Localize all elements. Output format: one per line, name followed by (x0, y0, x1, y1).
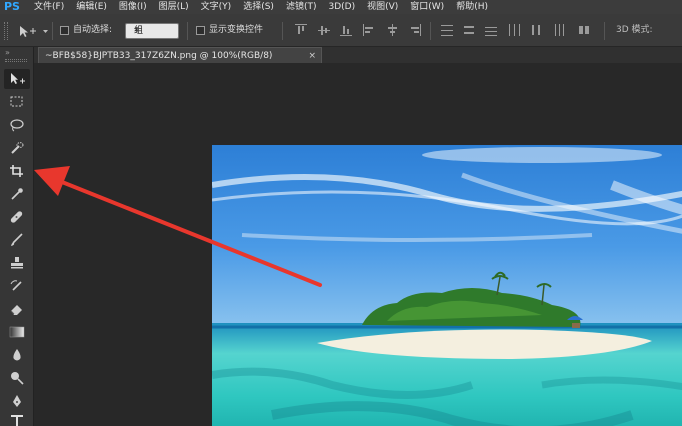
panel-grip[interactable] (5, 59, 27, 62)
menu-help[interactable]: 帮助(H) (450, 0, 494, 14)
options-separator (604, 22, 605, 40)
distribute-vcenter-icon[interactable] (463, 24, 475, 36)
marquee-tool[interactable] (4, 92, 30, 112)
type-tool[interactable] (4, 411, 30, 426)
stamp-icon (11, 257, 23, 269)
options-separator (187, 22, 188, 40)
align-hcenter-icon[interactable] (386, 24, 398, 36)
distribute-bottom-icon[interactable] (485, 24, 497, 36)
options-separator (52, 22, 53, 40)
menu-select[interactable]: 选择(S) (237, 0, 280, 14)
lasso-tool[interactable] (4, 115, 30, 135)
menu-edit[interactable]: 编辑(E) (70, 0, 113, 14)
auto-select-checkbox[interactable] (60, 26, 69, 35)
document-image (212, 145, 682, 426)
move-tool[interactable] (4, 69, 30, 89)
tools-panel: » (0, 47, 34, 426)
eraser-icon (10, 305, 22, 315)
dodge-tool[interactable] (4, 368, 30, 388)
gradient-tool[interactable] (4, 322, 30, 342)
menu-image[interactable]: 图像(I) (113, 0, 153, 14)
move-icon (11, 73, 25, 84)
options-grip (4, 22, 8, 40)
show-transform-label: 显示变换控件 (209, 25, 264, 35)
crop-icon (10, 165, 23, 177)
crop-tool[interactable] (4, 161, 30, 181)
dodge-icon (11, 372, 24, 385)
photoshop-window: PS 文件(F) 编辑(E) 图像(I) 图层(L) 文字(Y) 选择(S) 滤… (0, 0, 682, 426)
auto-select-label: 自动选择: (73, 25, 113, 35)
pen-icon (13, 395, 21, 407)
auto-select-dropdown[interactable]: 组 ⬍ (125, 23, 179, 39)
align-top-icon[interactable] (295, 24, 307, 36)
menu-filter[interactable]: 滤镜(T) (280, 0, 323, 14)
lasso-icon (10, 119, 24, 132)
align-left-icon[interactable] (363, 24, 375, 36)
type-icon (11, 415, 23, 426)
menu-window[interactable]: 窗口(W) (404, 0, 450, 14)
options-separator (430, 22, 431, 40)
history-brush-icon (10, 280, 22, 291)
bandage-icon (10, 211, 23, 223)
healing-brush-tool[interactable] (4, 207, 30, 227)
move-tool-preset-icon (20, 26, 48, 37)
distribute-right-icon[interactable] (552, 24, 564, 36)
close-tab-icon[interactable]: × (308, 50, 316, 62)
3d-mode-label: 3D 模式: (616, 25, 653, 35)
quick-selection-tool[interactable] (4, 138, 30, 158)
document-tab-bar: ~BFB$58}BJPTB33_317Z6ZN.png @ 100%(RGB/8… (34, 47, 682, 63)
brush-icon (11, 233, 23, 246)
align-right-icon[interactable] (409, 24, 421, 36)
menu-layer[interactable]: 图层(L) (153, 0, 195, 14)
menu-type[interactable]: 文字(Y) (195, 0, 238, 14)
gradient-icon (9, 326, 25, 338)
canvas-area[interactable] (34, 63, 682, 426)
clone-stamp-tool[interactable] (4, 253, 30, 273)
menu-file[interactable]: 文件(F) (28, 0, 70, 14)
collapse-panel-icon[interactable]: » (5, 49, 10, 57)
show-transform-checkbox[interactable] (196, 26, 205, 35)
menu-3d[interactable]: 3D(D) (322, 0, 361, 14)
eyedropper-icon (11, 188, 23, 200)
rectangle-marquee-icon (10, 96, 23, 107)
dropdown-arrows-icon: ⬍ (134, 26, 140, 34)
history-brush-tool[interactable] (4, 276, 30, 296)
align-bottom-icon[interactable] (340, 24, 352, 36)
drop-icon (13, 349, 21, 361)
document-tab-title: ~BFB$58}BJPTB33_317Z6ZN.png @ 100%(RGB/8… (45, 51, 273, 61)
quick-selection-icon (11, 142, 24, 154)
tool-preset-picker[interactable] (16, 22, 50, 40)
ps-logo: PS (4, 0, 20, 13)
options-separator (282, 22, 283, 40)
distribute-left-icon[interactable] (508, 24, 520, 36)
distribute-top-icon[interactable] (441, 24, 453, 36)
menu-bar: PS 文件(F) 编辑(E) 图像(I) 图层(L) 文字(Y) 选择(S) 滤… (0, 0, 682, 14)
align-vcenter-icon[interactable] (318, 24, 330, 36)
auto-align-icon[interactable] (578, 24, 590, 36)
distribute-hcenter-icon[interactable] (530, 24, 542, 36)
eraser-tool[interactable] (4, 299, 30, 319)
document-tab[interactable]: ~BFB$58}BJPTB33_317Z6ZN.png @ 100%(RGB/8… (38, 47, 322, 63)
brush-tool[interactable] (4, 230, 30, 250)
blur-tool[interactable] (4, 345, 30, 365)
options-bar: 自动选择: 组 ⬍ 显示变换控件 3D 模式: (0, 14, 682, 47)
pen-tool[interactable] (4, 391, 30, 411)
eyedropper-tool[interactable] (4, 184, 30, 204)
menu-view[interactable]: 视图(V) (361, 0, 404, 14)
